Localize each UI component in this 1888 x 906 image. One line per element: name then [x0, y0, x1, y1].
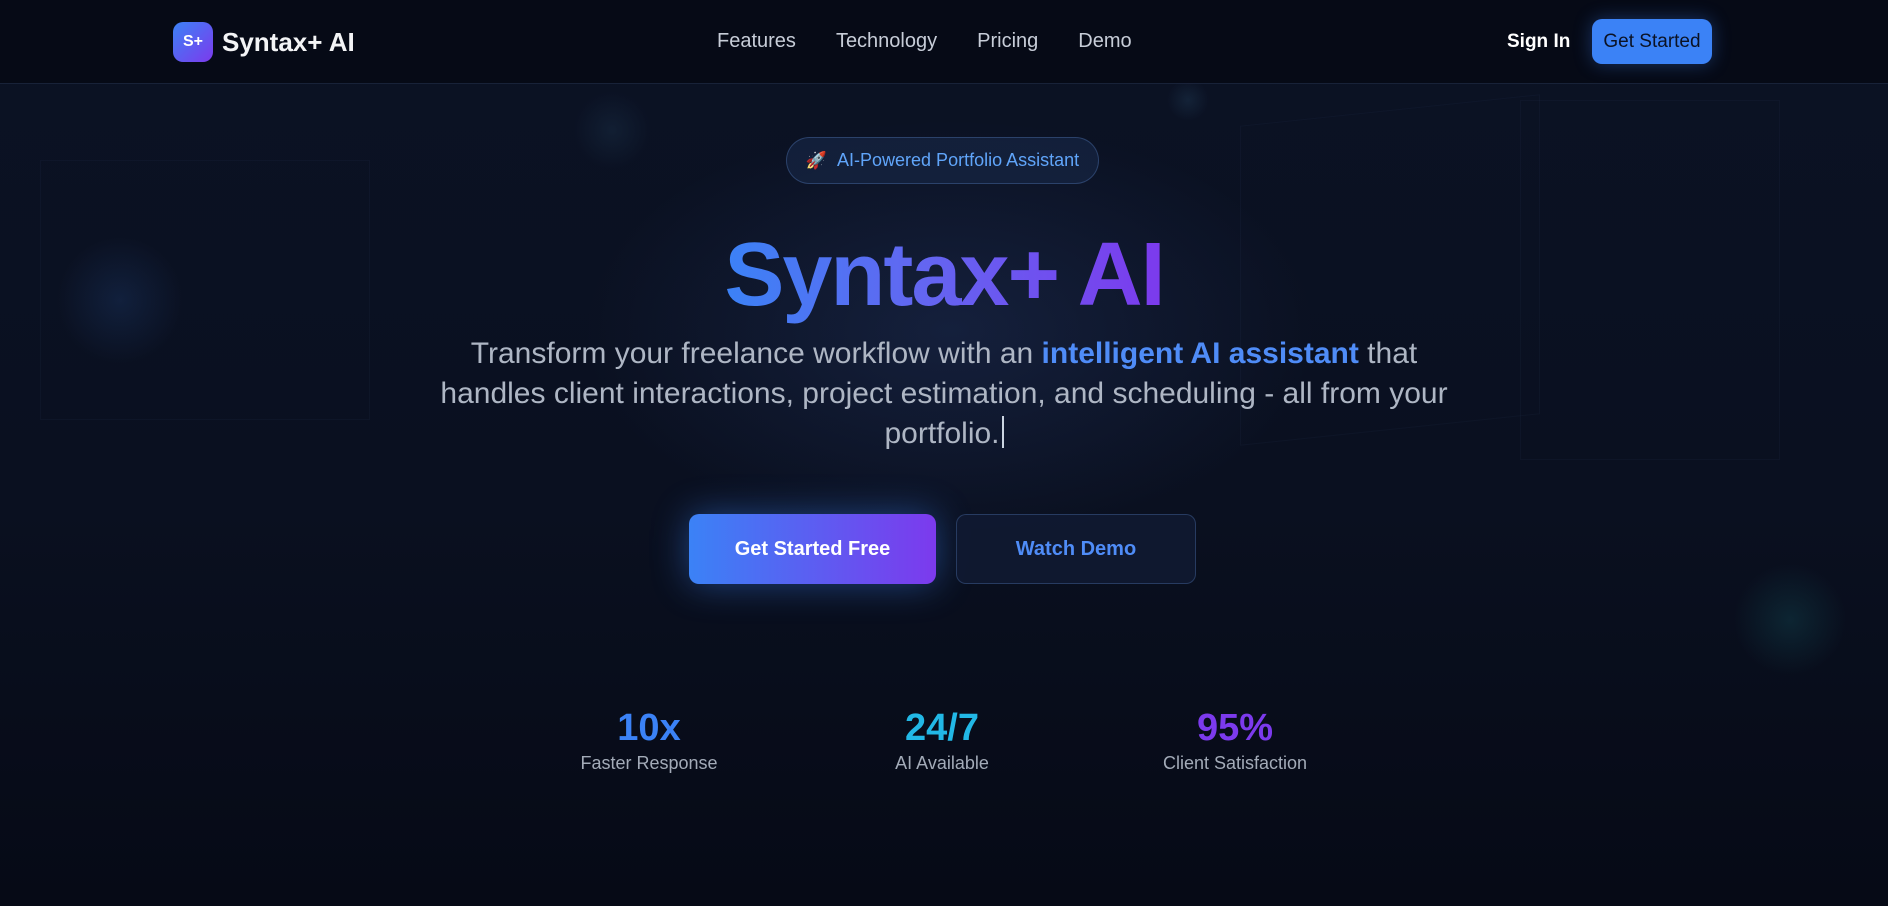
nav-link-pricing[interactable]: Pricing [977, 30, 1038, 53]
brand-logo[interactable]: S+ Syntax+ AI [173, 22, 355, 62]
landing-page: S+ Syntax+ AI Features Technology Pricin… [0, 0, 1888, 906]
get-started-free-button[interactable]: Get Started Free [689, 514, 936, 584]
get-started-button[interactable]: Get Started [1592, 19, 1712, 64]
stat-client-satisfaction: 95% Client Satisfaction [1135, 705, 1335, 774]
stat-value: 95% [1196, 707, 1274, 749]
stat-label: AI Available [895, 753, 989, 773]
hero-subtitle: Transform your freelance workflow with a… [440, 334, 1448, 454]
watch-demo-button[interactable]: Watch Demo [956, 514, 1196, 584]
nav-links: Features Technology Pricing Demo [717, 30, 1132, 53]
hero-badge: 🚀 AI-Powered Portfolio Assistant [786, 137, 1099, 184]
hero-subtitle-highlight: intelligent AI assistant [1041, 337, 1359, 370]
nav-link-demo[interactable]: Demo [1078, 30, 1131, 53]
hero-title: Syntax+ AI [0, 225, 1888, 325]
hero-title-text: Syntax+ AI [724, 225, 1165, 325]
rocket-icon: 🚀 [805, 150, 828, 170]
stat-value: 24/7 [905, 707, 979, 749]
stat-label: Client Satisfaction [1162, 753, 1308, 773]
logo-mark-icon: S+ [173, 22, 213, 62]
stat-label: Faster Response [580, 753, 718, 773]
stat-value: 10x [617, 707, 681, 749]
brand-name: Syntax+ AI [222, 26, 355, 57]
sign-in-link[interactable]: Sign In [1507, 31, 1570, 53]
top-navbar: S+ Syntax+ AI Features Technology Pricin… [0, 0, 1888, 84]
nav-link-technology[interactable]: Technology [836, 30, 937, 53]
stat-ai-available: 24/7 AI Available [842, 705, 1042, 774]
stat-faster-response: 10x Faster Response [549, 705, 749, 774]
text-caret [1001, 416, 1004, 448]
hero-subtitle-start: Transform your freelance workflow with a… [470, 337, 1042, 370]
hero-badge-text: AI-Powered Portfolio Assistant [837, 150, 1080, 170]
nav-link-features[interactable]: Features [717, 30, 796, 53]
